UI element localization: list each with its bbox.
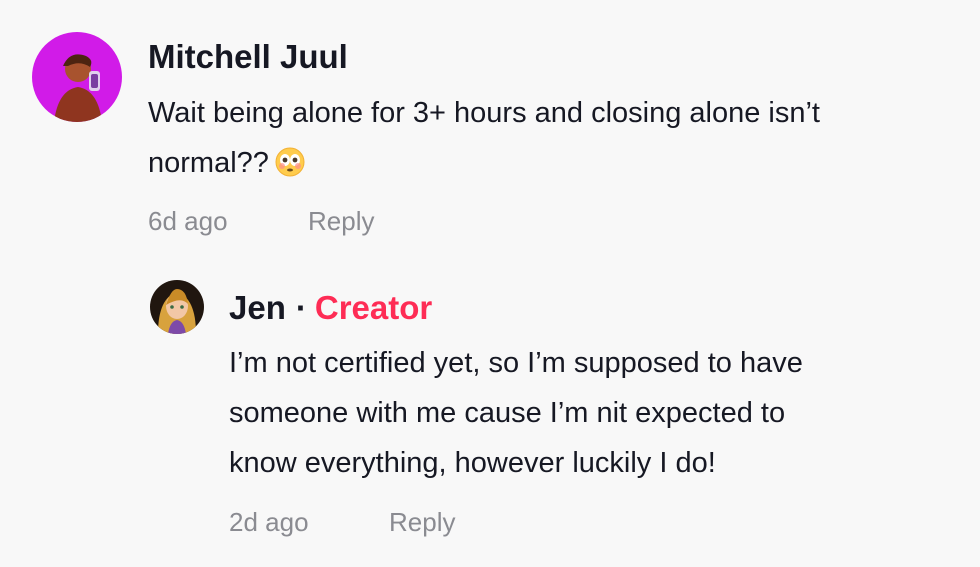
comment-text-line: someone with me cause I’m nit expected t… xyxy=(229,397,786,429)
comment-text: normal?? xyxy=(148,147,269,179)
badge-separator: · xyxy=(295,289,307,326)
flushed-face-icon xyxy=(275,143,305,193)
avatar[interactable] xyxy=(150,280,204,334)
comment-text-line: know everything, however luckily I do! xyxy=(229,447,716,479)
comment-text-line-with-emoji: normal?? xyxy=(148,138,305,193)
comment-time: 6d ago xyxy=(148,206,228,236)
comment-username[interactable]: Jen xyxy=(229,289,286,326)
comment-mitchell: Mitchell Juul Wait being alone for 3+ ho… xyxy=(0,0,980,260)
comment-text-line: I’m not certified yet, so I’m supposed t… xyxy=(229,347,803,379)
creator-badge: Creator xyxy=(314,289,433,326)
creator-username-row: Jen · Creator xyxy=(229,291,432,324)
comment-time: 2d ago xyxy=(229,507,309,537)
avatar[interactable] xyxy=(32,32,122,122)
creator-avatar-image xyxy=(150,280,204,334)
reply-button[interactable]: Reply xyxy=(308,208,374,234)
reply-button[interactable]: Reply xyxy=(389,509,455,535)
user-avatar-image xyxy=(32,32,122,122)
comment-text-line: Wait being alone for 3+ hours and closin… xyxy=(148,97,820,129)
comment-username[interactable]: Mitchell Juul xyxy=(148,40,348,73)
comment-jen: Jen · Creator I’m not certified yet, so I’… xyxy=(0,260,980,567)
